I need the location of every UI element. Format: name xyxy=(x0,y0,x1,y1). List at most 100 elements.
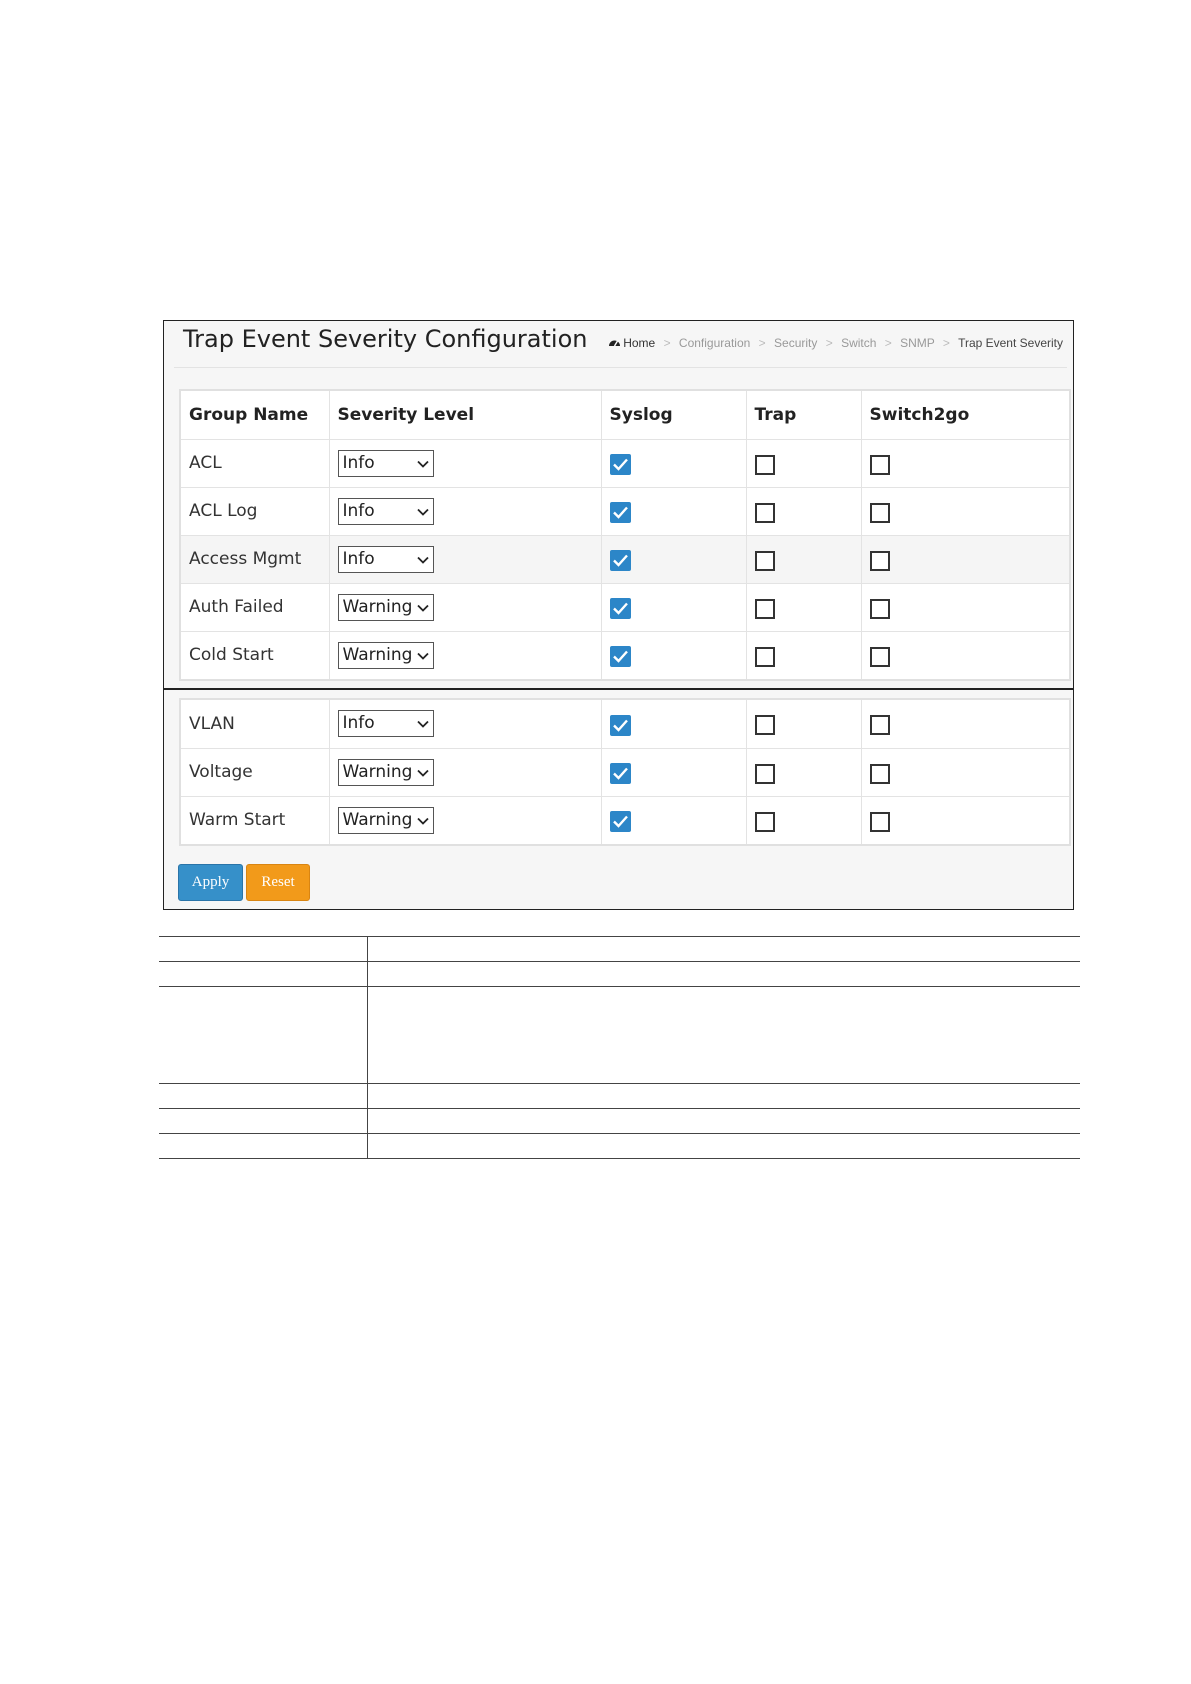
trap-cell xyxy=(746,631,862,679)
severity-select[interactable]: Warning xyxy=(337,806,434,834)
checkmark-icon xyxy=(612,554,628,567)
trap-checkbox[interactable] xyxy=(754,598,775,619)
breadcrumb-snmp[interactable]: SNMP xyxy=(900,336,934,350)
severity-select[interactable]: Info xyxy=(337,449,434,477)
trap-event-severity-screen: Trap Event Severity Configuration Home >… xyxy=(163,320,1074,910)
switch2go-cell xyxy=(861,700,1069,749)
switch2go-cell xyxy=(861,796,1069,844)
severity-table-bottom: VLAN Info Voltage Warning Warm Start Warning xyxy=(179,698,1071,846)
syslog-checkbox[interactable] xyxy=(609,714,631,736)
table-row: Auth Failed Warning xyxy=(181,583,1069,632)
switch2go-checkbox[interactable] xyxy=(869,502,890,523)
checkmark-icon xyxy=(612,602,628,615)
doc-rule xyxy=(159,986,1080,987)
group-name-cell: VLAN xyxy=(181,700,330,749)
trap-checkbox[interactable] xyxy=(754,811,775,832)
severity-select[interactable]: Warning xyxy=(337,593,434,621)
switch2go-checkbox[interactable] xyxy=(869,598,890,619)
syslog-cell xyxy=(601,748,747,797)
header-trap: Trap xyxy=(746,391,862,440)
syslog-checkbox[interactable] xyxy=(609,811,631,833)
group-name-cell: Cold Start xyxy=(181,631,330,679)
switch2go-checkbox[interactable] xyxy=(869,811,890,832)
severity-value: Warning xyxy=(342,596,413,617)
group-name-cell: Access Mgmt xyxy=(181,535,330,584)
trap-checkbox[interactable] xyxy=(754,715,775,736)
chevron-down-icon xyxy=(416,765,430,785)
syslog-checkbox[interactable] xyxy=(609,550,631,571)
switch2go-checkbox[interactable] xyxy=(869,646,890,667)
severity-cell: Warning xyxy=(329,796,602,844)
switch2go-checkbox[interactable] xyxy=(869,454,890,475)
syslog-checkbox[interactable] xyxy=(609,454,631,475)
breadcrumb: Home > Configuration > Security > Switch… xyxy=(608,336,1063,351)
severity-value: Warning xyxy=(342,809,413,830)
trap-checkbox[interactable] xyxy=(754,550,775,571)
trap-cell xyxy=(746,535,862,584)
group-name-cell: ACL xyxy=(181,439,330,488)
trap-checkbox[interactable] xyxy=(754,502,775,523)
checkmark-icon xyxy=(612,767,628,780)
checkmark-icon xyxy=(612,815,628,828)
switch2go-cell xyxy=(861,583,1069,632)
reset-button[interactable]: Reset xyxy=(246,864,310,901)
breadcrumb-configuration[interactable]: Configuration xyxy=(679,336,750,350)
trap-cell xyxy=(746,700,862,749)
syslog-checkbox[interactable] xyxy=(609,598,631,619)
table-header-row: Group Name Severity Level Syslog Trap Sw… xyxy=(181,391,1069,440)
severity-select[interactable]: Info xyxy=(337,497,434,525)
trap-checkbox[interactable] xyxy=(754,646,775,667)
table-row: Voltage Warning xyxy=(181,748,1069,797)
header-switch2go: Switch2go xyxy=(861,391,1069,440)
doc-rule xyxy=(159,936,1080,937)
group-name-cell: Voltage xyxy=(181,748,330,797)
switch2go-cell xyxy=(861,439,1069,488)
dashboard-icon xyxy=(608,337,621,351)
switch2go-checkbox[interactable] xyxy=(869,715,890,736)
trap-checkbox[interactable] xyxy=(754,763,775,784)
severity-cell: Warning xyxy=(329,583,602,632)
switch2go-cell xyxy=(861,631,1069,679)
syslog-checkbox[interactable] xyxy=(609,646,631,668)
severity-select[interactable]: Info xyxy=(337,545,434,573)
chevron-down-icon xyxy=(416,600,430,620)
breadcrumb-security[interactable]: Security xyxy=(774,336,817,350)
doc-column-divider xyxy=(367,936,368,1158)
chevron-down-icon xyxy=(416,504,430,524)
doc-rule xyxy=(159,1083,1080,1084)
switch2go-cell xyxy=(861,748,1069,797)
syslog-checkbox[interactable] xyxy=(609,763,631,784)
trap-cell xyxy=(746,583,862,632)
severity-select[interactable]: Warning xyxy=(337,641,434,669)
switch2go-cell xyxy=(861,535,1069,584)
checkmark-icon xyxy=(612,719,628,732)
breadcrumb-separator: > xyxy=(663,336,671,350)
severity-value: Warning xyxy=(342,761,413,782)
breadcrumb-home[interactable]: Home xyxy=(623,336,655,350)
group-name-cell: Auth Failed xyxy=(181,583,330,632)
switch2go-checkbox[interactable] xyxy=(869,763,890,784)
chevron-down-icon xyxy=(416,456,430,476)
syslog-cell xyxy=(601,583,747,632)
syslog-cell xyxy=(601,535,747,584)
breadcrumb-current: Trap Event Severity xyxy=(958,336,1063,350)
syslog-cell xyxy=(601,439,747,488)
trap-cell xyxy=(746,796,862,844)
chevron-down-icon xyxy=(416,552,430,572)
severity-select[interactable]: Warning xyxy=(337,758,434,786)
breadcrumb-switch[interactable]: Switch xyxy=(841,336,876,350)
syslog-checkbox[interactable] xyxy=(609,502,631,523)
breadcrumb-separator: > xyxy=(758,336,766,350)
trap-cell xyxy=(746,748,862,797)
group-name-cell: ACL Log xyxy=(181,487,330,536)
severity-select[interactable]: Info xyxy=(337,710,434,738)
switch2go-checkbox[interactable] xyxy=(869,550,890,571)
doc-rule xyxy=(159,1108,1080,1109)
trap-cell xyxy=(746,439,862,488)
severity-cell: Warning xyxy=(329,748,602,797)
trap-checkbox[interactable] xyxy=(754,454,775,475)
header-syslog: Syslog xyxy=(601,391,747,440)
switch2go-cell xyxy=(861,487,1069,536)
apply-button[interactable]: Apply xyxy=(178,864,243,901)
table-row: VLAN Info xyxy=(181,700,1069,749)
